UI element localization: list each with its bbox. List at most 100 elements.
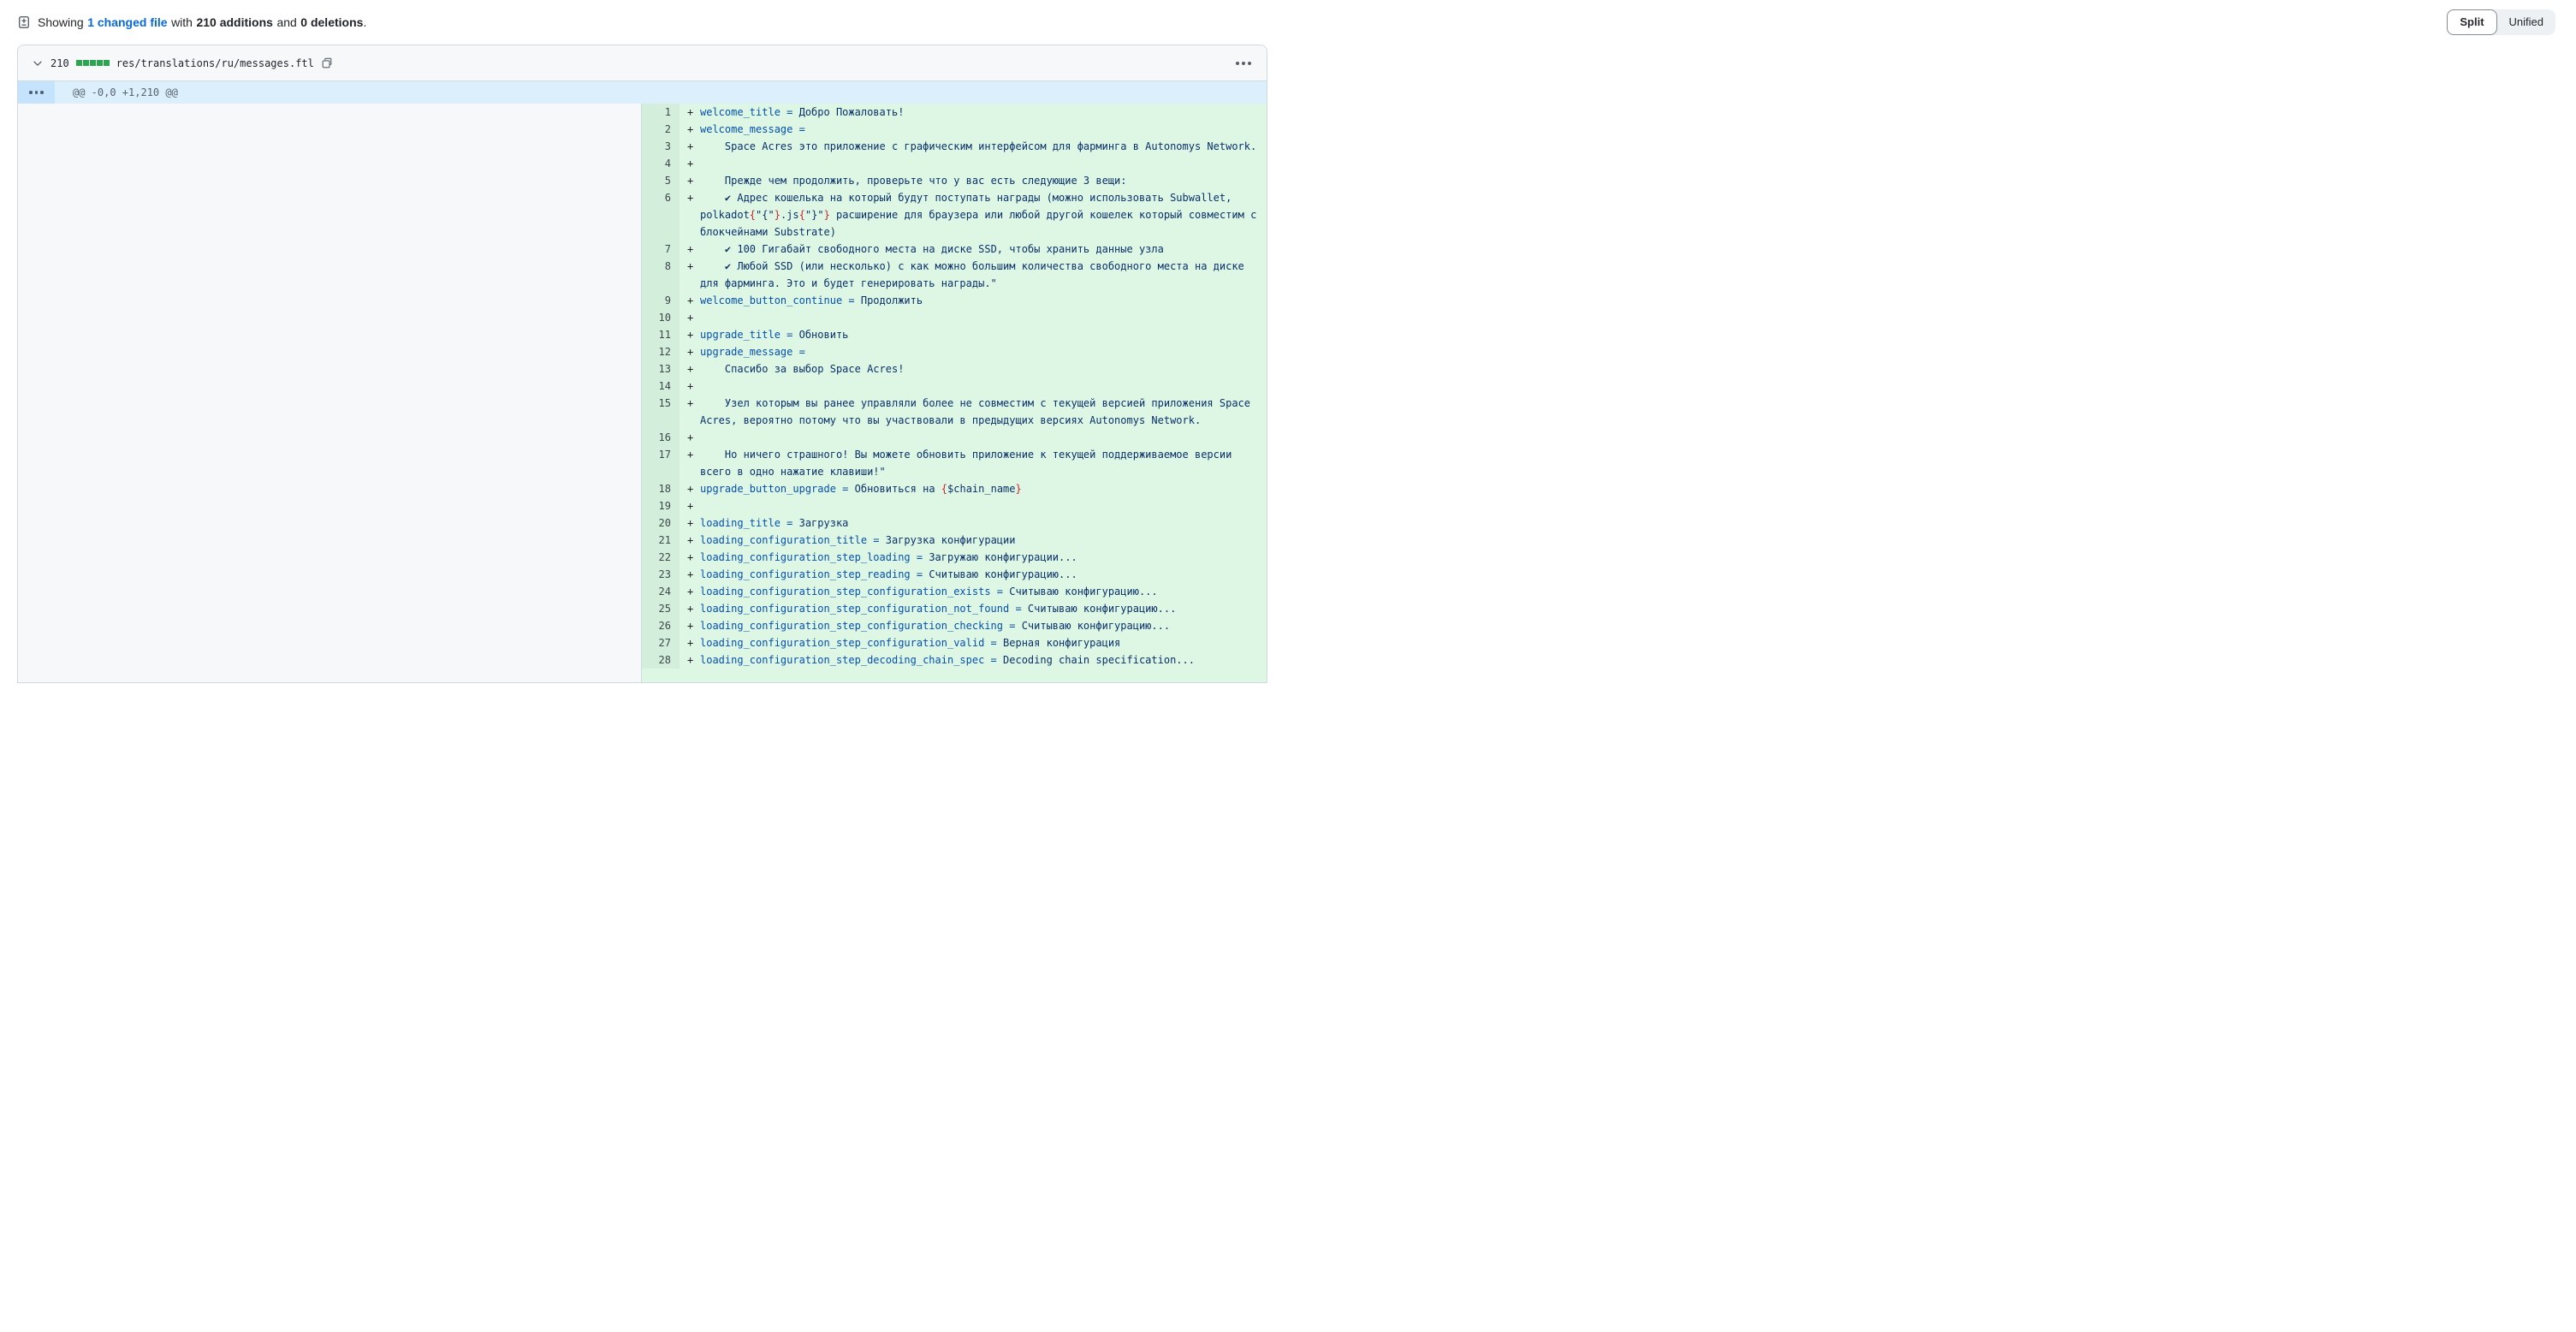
showing-label: Showing	[38, 15, 84, 29]
line-number[interactable]: 20	[642, 514, 680, 532]
line-number[interactable]: 16	[642, 429, 680, 446]
diff-summary-text: Showing 1 changed file with 210 addition…	[38, 15, 366, 29]
line-number[interactable]: 18	[642, 480, 680, 497]
split-diff-body: 1+welcome_title = Добро Пожаловать!2+wel…	[18, 104, 1267, 683]
line-code: +welcome_message =	[680, 121, 1267, 138]
line-code: + Но ничего страшного! Вы можете обновит…	[680, 446, 1267, 480]
line-code: + ✔ Любой SSD (или несколько) с как можн…	[680, 258, 1267, 292]
code-segment: loading_configuration_step_decoding_chai…	[700, 654, 1003, 666]
chevron-down-icon[interactable]	[32, 57, 44, 69]
code-segment: {	[750, 209, 756, 221]
line-number[interactable]: 3	[642, 138, 680, 155]
copy-icon[interactable]	[321, 57, 333, 69]
code-segment: }	[1016, 483, 1022, 495]
code-segment: loading_configuration_title =	[700, 534, 886, 546]
line-number[interactable]: 14	[642, 378, 680, 395]
line-number[interactable]: 22	[642, 549, 680, 566]
line-number[interactable]: 25	[642, 600, 680, 617]
code-segment: loading_configuration_step_configuration…	[700, 620, 1022, 632]
changed-files-link[interactable]: 1 changed file	[87, 15, 167, 29]
line-number[interactable]: 17	[642, 446, 680, 480]
line-number[interactable]: 9	[642, 292, 680, 309]
code-segment: Считываю конфигурацию...	[1028, 603, 1176, 615]
line-number[interactable]: 11	[642, 326, 680, 343]
file-path[interactable]: res/translations/ru/messages.ftl	[116, 57, 314, 69]
code-segment: upgrade_button_upgrade =	[700, 483, 855, 495]
addition-marker: +	[687, 446, 693, 463]
addition-marker: +	[687, 617, 693, 634]
line-code: + ✔ Адрес кошелька на который будут пост…	[680, 189, 1267, 241]
expand-hunk-button[interactable]	[18, 81, 55, 104]
addition-marker: +	[687, 360, 693, 378]
line-number[interactable]: 6	[642, 189, 680, 241]
addition-marker: +	[687, 651, 693, 669]
additions-count-badge: 210	[50, 57, 69, 69]
code-segment: upgrade_title =	[700, 329, 799, 341]
code-segment: "{"	[756, 209, 775, 221]
line-number[interactable]: 28	[642, 651, 680, 669]
line-number[interactable]: 13	[642, 360, 680, 378]
line-number[interactable]: 15	[642, 395, 680, 429]
diff-summary-bar: Showing 1 changed file with 210 addition…	[0, 0, 2576, 45]
period: .	[363, 15, 366, 29]
diff-row: 6+ ✔ Адрес кошелька на который будут пос…	[642, 189, 1267, 241]
code-segment: Узел которым вы ранее управляли более не…	[700, 397, 1256, 426]
code-segment: {	[941, 483, 947, 495]
diff-row: 25 + loading_configuration_step_configurat…	[642, 600, 1267, 617]
diff-row: 19+	[642, 497, 1267, 514]
addition-marker: +	[687, 172, 693, 189]
line-code: +loading_configuration_step_configuratio…	[680, 583, 1267, 600]
line-code: +loading_title = Загрузка	[680, 514, 1267, 532]
line-code: +welcome_button_continue = Продолжить	[680, 292, 1267, 309]
addition-marker: +	[687, 292, 693, 309]
line-number[interactable]: 19	[642, 497, 680, 514]
code-segment: Загрузка конфигурации	[886, 534, 1016, 546]
line-code: +upgrade_title = Обновить	[680, 326, 1267, 343]
line-number[interactable]: 24	[642, 583, 680, 600]
diffstat-blocks	[76, 60, 110, 66]
diff-row: 1+welcome_title = Добро Пожаловать!	[642, 104, 1267, 121]
line-number[interactable]: 5	[642, 172, 680, 189]
diff-row: 17+ Но ничего страшного! Вы можете обнов…	[642, 446, 1267, 480]
file-diff-card: 210 res/translations/ru/messages.ftl @@ …	[17, 45, 1267, 683]
line-number[interactable]: 1	[642, 104, 680, 121]
line-code: + loading_configuration_step_configuratio…	[680, 617, 1267, 634]
code-segment: Спасибо за выбор Space Acres!	[700, 363, 904, 375]
line-number[interactable]: 23	[642, 566, 680, 583]
code-segment: loading_configuration_step_reading =	[700, 568, 929, 580]
code-segment: Считываю конфигурацию...	[1022, 620, 1170, 632]
line-number[interactable]: 8	[642, 258, 680, 292]
addition-marker: +	[687, 104, 693, 121]
line-number[interactable]: 4	[642, 155, 680, 172]
code-segment: Считываю конфигурацию...	[929, 568, 1077, 580]
line-code: +loading_configuration_step_loading = За…	[680, 549, 1267, 566]
line-code: +upgrade_button_upgrade = Обновиться на …	[680, 480, 1267, 497]
line-number[interactable]: 27	[642, 634, 680, 651]
line-number[interactable]: 7	[642, 241, 680, 258]
line-number[interactable]: 12	[642, 343, 680, 360]
code-segment: welcome_title =	[700, 106, 799, 118]
line-number[interactable]: 21	[642, 532, 680, 549]
addition-marker: +	[687, 241, 693, 258]
line-number[interactable]: 10	[642, 309, 680, 326]
addition-marker: +	[687, 566, 693, 583]
diff-row: 4+	[642, 155, 1267, 172]
line-number[interactable]: 2	[642, 121, 680, 138]
line-number[interactable]: 26	[642, 617, 680, 634]
split-view-button[interactable]: Split	[2447, 9, 2496, 35]
code-segment: loading_configuration_step_configuration…	[700, 603, 1028, 615]
code-segment: Обновить	[799, 329, 849, 341]
code-segment: Верная конфигурация	[1003, 637, 1120, 649]
addition-marker: +	[687, 600, 693, 617]
hunk-header-text: @@ -0,0 +1,210 @@	[55, 81, 1267, 104]
diff-row: 24+loading_configuration_step_configurat…	[642, 583, 1267, 600]
file-header: 210 res/translations/ru/messages.ftl	[18, 45, 1267, 81]
code-segment: $chain_name	[947, 483, 1015, 495]
file-diff-icon	[17, 15, 31, 29]
addition-marker: +	[687, 138, 693, 155]
diff-right-pane: 1+welcome_title = Добро Пожаловать!2+wel…	[641, 104, 1267, 683]
kebab-icon[interactable]	[1234, 56, 1253, 70]
code-segment: loading_configuration_step_configuration…	[700, 637, 1003, 649]
code-segment: ✔ 100 Гигабайт свободного места на диске…	[700, 243, 1164, 255]
unified-view-button[interactable]: Unified	[2497, 9, 2555, 35]
